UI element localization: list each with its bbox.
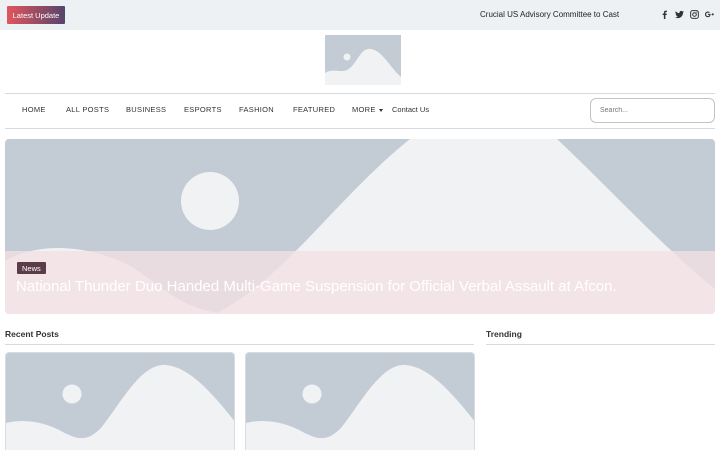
trending-heading: Trending xyxy=(486,329,522,339)
post-card-image-placeholder xyxy=(246,353,474,450)
nav-item-home[interactable]: HOME xyxy=(22,105,46,114)
nav-item-more-label: MORE xyxy=(352,105,376,114)
nav-item-more[interactable]: MORE xyxy=(352,105,383,114)
nav-item-esports[interactable]: ESPORTS xyxy=(184,105,222,114)
latest-update-button[interactable]: Latest Update xyxy=(7,6,65,24)
nav-item-contact-us[interactable]: Contact Us xyxy=(392,105,429,114)
nav-item-all-posts[interactable]: ALL POSTS xyxy=(66,105,109,114)
nav-item-fashion[interactable]: FASHION xyxy=(239,105,274,114)
recent-posts-divider xyxy=(5,344,474,345)
news-ticker[interactable]: Crucial US Advisory Committee to Cast xyxy=(480,10,646,22)
trending-divider xyxy=(486,344,715,345)
chevron-down-icon xyxy=(378,108,383,112)
hero-title[interactable]: National Thunder Duo Handed Multi-Game S… xyxy=(16,278,706,295)
nav-item-business[interactable]: BUSINESS xyxy=(126,105,166,114)
google-plus-icon[interactable] xyxy=(704,9,714,20)
twitter-icon[interactable] xyxy=(674,9,684,20)
post-card[interactable] xyxy=(245,352,475,450)
recent-posts-heading: Recent Posts xyxy=(5,329,59,339)
post-card[interactable] xyxy=(5,352,235,450)
top-bar: Latest Update Crucial US Advisory Commit… xyxy=(0,0,720,30)
facebook-icon[interactable] xyxy=(659,9,669,20)
instagram-icon[interactable] xyxy=(689,9,699,20)
post-card-image-placeholder xyxy=(6,353,234,450)
search-input[interactable] xyxy=(590,98,715,123)
category-badge[interactable]: News xyxy=(17,262,46,274)
nav-item-featured[interactable]: FEATURED xyxy=(293,105,335,114)
site-logo[interactable] xyxy=(325,35,401,85)
